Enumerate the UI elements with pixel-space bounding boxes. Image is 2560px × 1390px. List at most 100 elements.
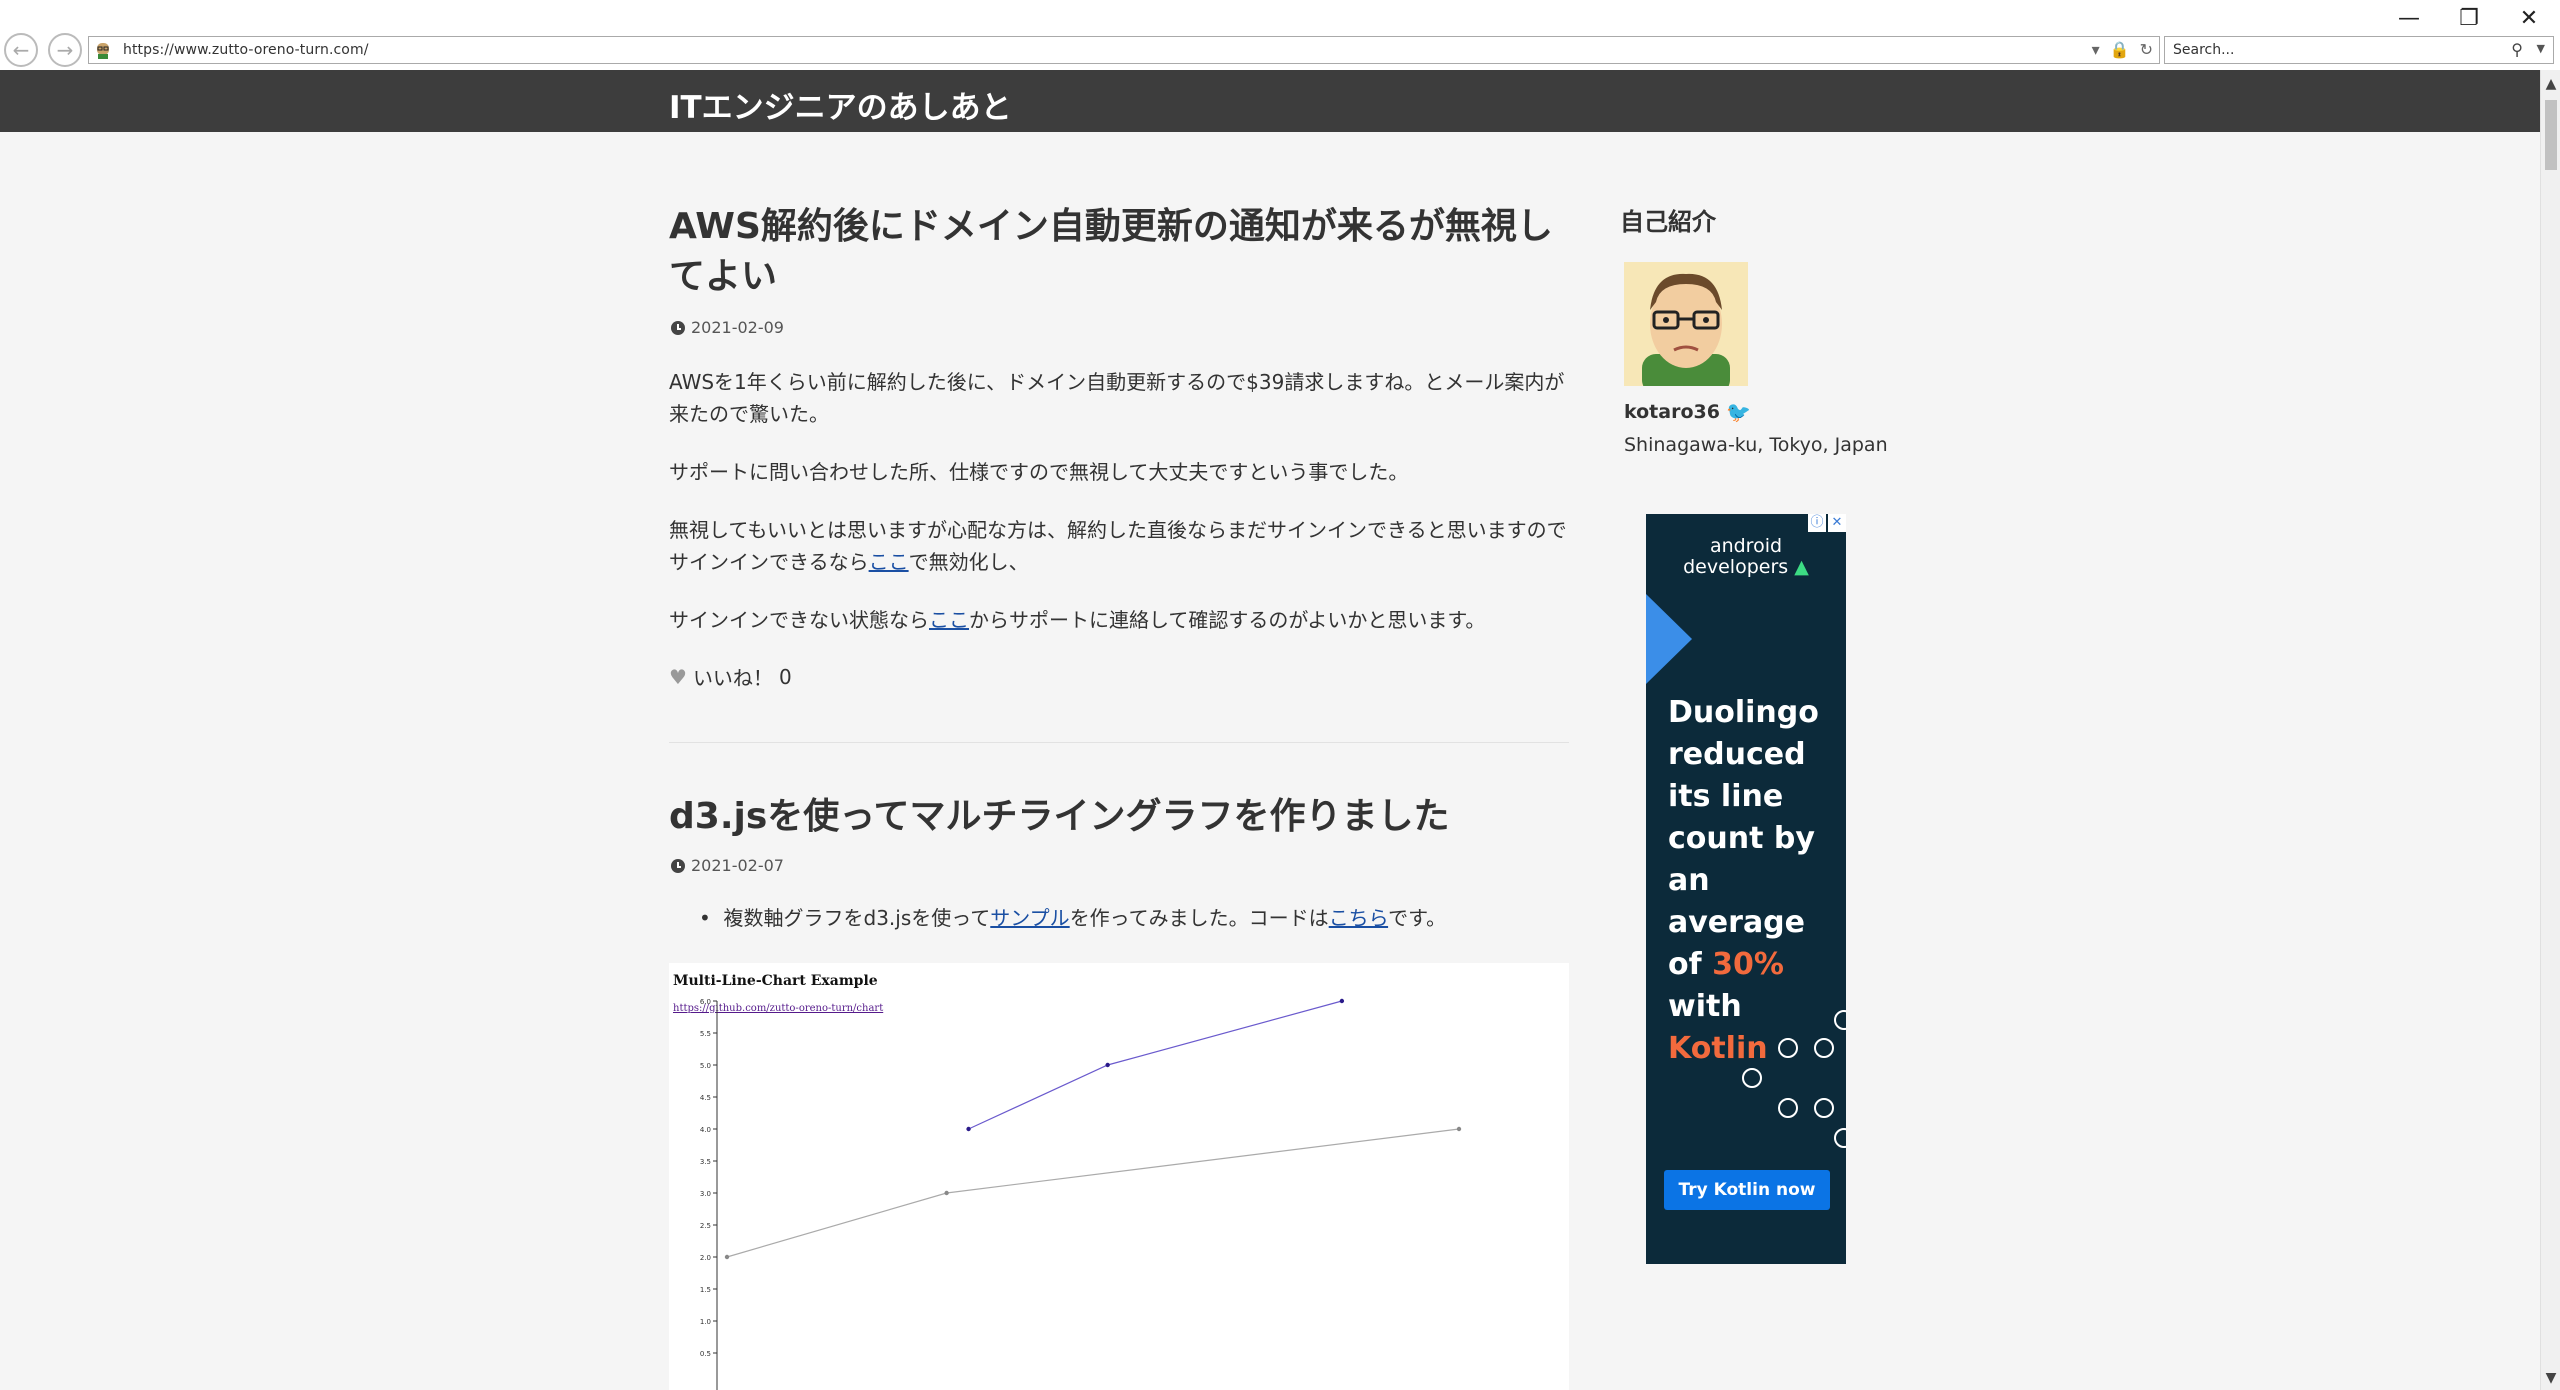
post-paragraph: 無視してもいいとは思いますが心配な方は、解約した直後ならまだサインインできると思…	[669, 514, 1569, 578]
chevron-down-icon[interactable]: ▼	[2537, 42, 2545, 55]
ad-decoration-triangle	[1646, 594, 1692, 684]
paragraph-text: サインインできない状態なら	[669, 608, 929, 632]
dropdown-arrow-icon[interactable]: ▾	[2092, 40, 2100, 59]
post-paragraph: サポートに問い合わせした所、仕様ですので無視して大丈夫ですという事でした。	[669, 460, 1409, 484]
clock-icon	[671, 320, 685, 335]
list-item-text: を作ってみました。コードは	[1069, 906, 1329, 930]
data-point	[944, 1190, 949, 1196]
back-button[interactable]: ←	[4, 33, 38, 67]
code-link[interactable]: こちら	[1329, 906, 1388, 930]
like-count: 0	[778, 664, 792, 689]
post-title-link[interactable]: d3.jsを使ってマルチライングラフを作りました	[669, 792, 1569, 842]
disable-link[interactable]: ここ	[869, 550, 909, 574]
arrow-right-icon: →	[56, 38, 74, 62]
ad-controls: ⓘ ✕	[1808, 514, 1846, 532]
bullet-icon: •	[699, 906, 724, 930]
address-bar[interactable]: https://www.zutto-oreno-turn.com/ ▾ 🔒 ↻	[88, 36, 2160, 64]
list-item-text: です。	[1388, 906, 1447, 930]
y-tick-label: 2.5	[700, 1222, 711, 1230]
data-point	[1105, 1062, 1110, 1068]
post-date: 2021-02-09	[671, 318, 784, 337]
advertisement[interactable]: android developers ▲ ⓘ ✕ Duolingo reduce…	[1646, 514, 1846, 1264]
ad-brand: android developers ▲	[1646, 536, 1846, 578]
search-box[interactable]: ⚲ ▼	[2164, 36, 2554, 64]
ad-copy: Duolingo reduced its line count by an av…	[1668, 692, 1843, 1070]
search-input[interactable]	[2165, 37, 2511, 63]
series-line	[726, 1128, 1460, 1258]
y-tick-label: 3.0	[700, 1190, 711, 1198]
data-point	[1456, 1126, 1462, 1132]
ad-brand-line1: android	[1709, 535, 1783, 557]
url-text[interactable]: https://www.zutto-oreno-turn.com/	[123, 42, 369, 58]
post-title-link[interactable]: AWS解約後にドメイン自動更新の通知が来るが無視してよい	[669, 202, 1569, 302]
vertical-scrollbar[interactable]: ▲ ▼	[2540, 70, 2560, 1390]
list-item: • 複数軸グラフをd3.jsを使ってサンプルを作ってみました。コードはこちらです…	[699, 902, 1559, 934]
y-tick-label: 0.5	[700, 1350, 711, 1358]
android-icon: ▲	[1794, 556, 1809, 578]
y-tick-label: 5.5	[700, 1030, 711, 1038]
post-paragraph: サインインできない状態ならここからサポートに連絡して確認するのがよいかと思います…	[669, 604, 1569, 636]
adchoices-icon[interactable]: ⓘ	[1808, 514, 1826, 532]
data-point	[966, 1126, 971, 1132]
site-title-link[interactable]: ITエンジニアのあしあと	[669, 82, 1012, 127]
chart-embed: Multi-Line-Chart Example https://github.…	[669, 963, 1569, 1390]
support-link[interactable]: ここ	[929, 608, 969, 632]
heart-icon: ♥	[669, 664, 687, 689]
y-tick-label: 4.0	[700, 1126, 711, 1134]
clock-icon	[671, 858, 685, 873]
paragraph-text: 無視してもいいとは思いますが心配な方は、解約した直後ならまだサインインできると思…	[669, 518, 1567, 574]
profile-name-text[interactable]: kotaro36	[1624, 401, 1720, 423]
y-tick-label: 1.5	[700, 1286, 711, 1294]
ad-decoration-circle	[1834, 1128, 1846, 1148]
profile-location: Shinagawa-ku, Tokyo, Japan	[1624, 434, 1888, 456]
list-item-text: 複数軸グラフをd3.jsを使って	[723, 906, 991, 930]
data-point	[1339, 998, 1345, 1004]
maximize-button[interactable]: ❐	[2440, 2, 2498, 34]
avatar-image	[1624, 262, 1748, 386]
arrow-left-icon: ←	[12, 38, 30, 62]
site-favicon-icon	[97, 43, 109, 59]
browser-chrome: — ❐ ✕ ← → https://www.zutto-oreno-turn.c…	[0, 0, 2560, 70]
refresh-icon[interactable]: ↻	[2140, 40, 2153, 59]
post-date-text: 2021-02-09	[691, 318, 784, 337]
scroll-down-icon[interactable]: ▼	[2541, 1370, 2560, 1386]
close-button[interactable]: ✕	[2500, 2, 2558, 34]
like-button[interactable]: ♥ いいね！ 0	[669, 662, 792, 691]
avatar	[1624, 262, 1748, 386]
data-point	[724, 1254, 730, 1260]
ad-close-icon[interactable]: ✕	[1828, 514, 1846, 532]
profile-name[interactable]: kotaro36 🐦	[1624, 400, 1751, 424]
y-tick-label: 5.0	[700, 1062, 711, 1070]
forward-button[interactable]: →	[48, 33, 82, 67]
ad-copy-text: with	[1668, 989, 1742, 1024]
series-line	[968, 1000, 1343, 1130]
ad-decoration-circle	[1778, 1098, 1798, 1118]
minimize-button[interactable]: —	[2380, 2, 2438, 34]
y-tick-label: 4.5	[700, 1094, 711, 1102]
post-date-text: 2021-02-07	[691, 856, 784, 875]
ad-decoration-circle	[1814, 1038, 1834, 1058]
ad-brand-line2: developers	[1683, 556, 1789, 578]
lock-icon[interactable]: 🔒	[2110, 40, 2130, 59]
ad-decoration-circle	[1742, 1068, 1762, 1088]
y-tick-label: 2.0	[700, 1254, 711, 1262]
scrollbar-thumb[interactable]	[2545, 100, 2557, 170]
site-header: ITエンジニアのあしあと	[0, 70, 2540, 132]
sidebar-heading: 自己紹介	[1620, 208, 1716, 236]
line-chart: 0.5 1.0 1.5 2.0 2.5 3.0 3.5 4.0 4.5 5.0 5.5 6.0	[700, 998, 1462, 1390]
post-paragraph: AWSを1年くらい前に解約した後に、ドメイン自動更新するので$39請求しますね。…	[669, 370, 1565, 426]
y-tick-label: 6.0	[700, 998, 711, 1006]
y-tick-label: 1.0	[700, 1318, 711, 1326]
post-divider	[669, 742, 1569, 743]
ad-decoration-circle	[1814, 1098, 1834, 1118]
paragraph-text: で無効化し、	[908, 550, 1029, 574]
ad-decoration-circle	[1778, 1038, 1798, 1058]
ad-copy-highlight: 30%	[1712, 947, 1784, 982]
y-tick-label: 3.5	[700, 1158, 711, 1166]
search-icon[interactable]: ⚲	[2511, 40, 2523, 59]
ad-copy-text: Duolingo reduced its line count by an av…	[1668, 695, 1819, 982]
twitter-icon[interactable]: 🐦	[1726, 400, 1751, 424]
sample-link[interactable]: サンプル	[990, 906, 1069, 930]
scroll-up-icon[interactable]: ▲	[2541, 76, 2560, 92]
ad-cta-button[interactable]: Try Kotlin now	[1664, 1170, 1830, 1210]
